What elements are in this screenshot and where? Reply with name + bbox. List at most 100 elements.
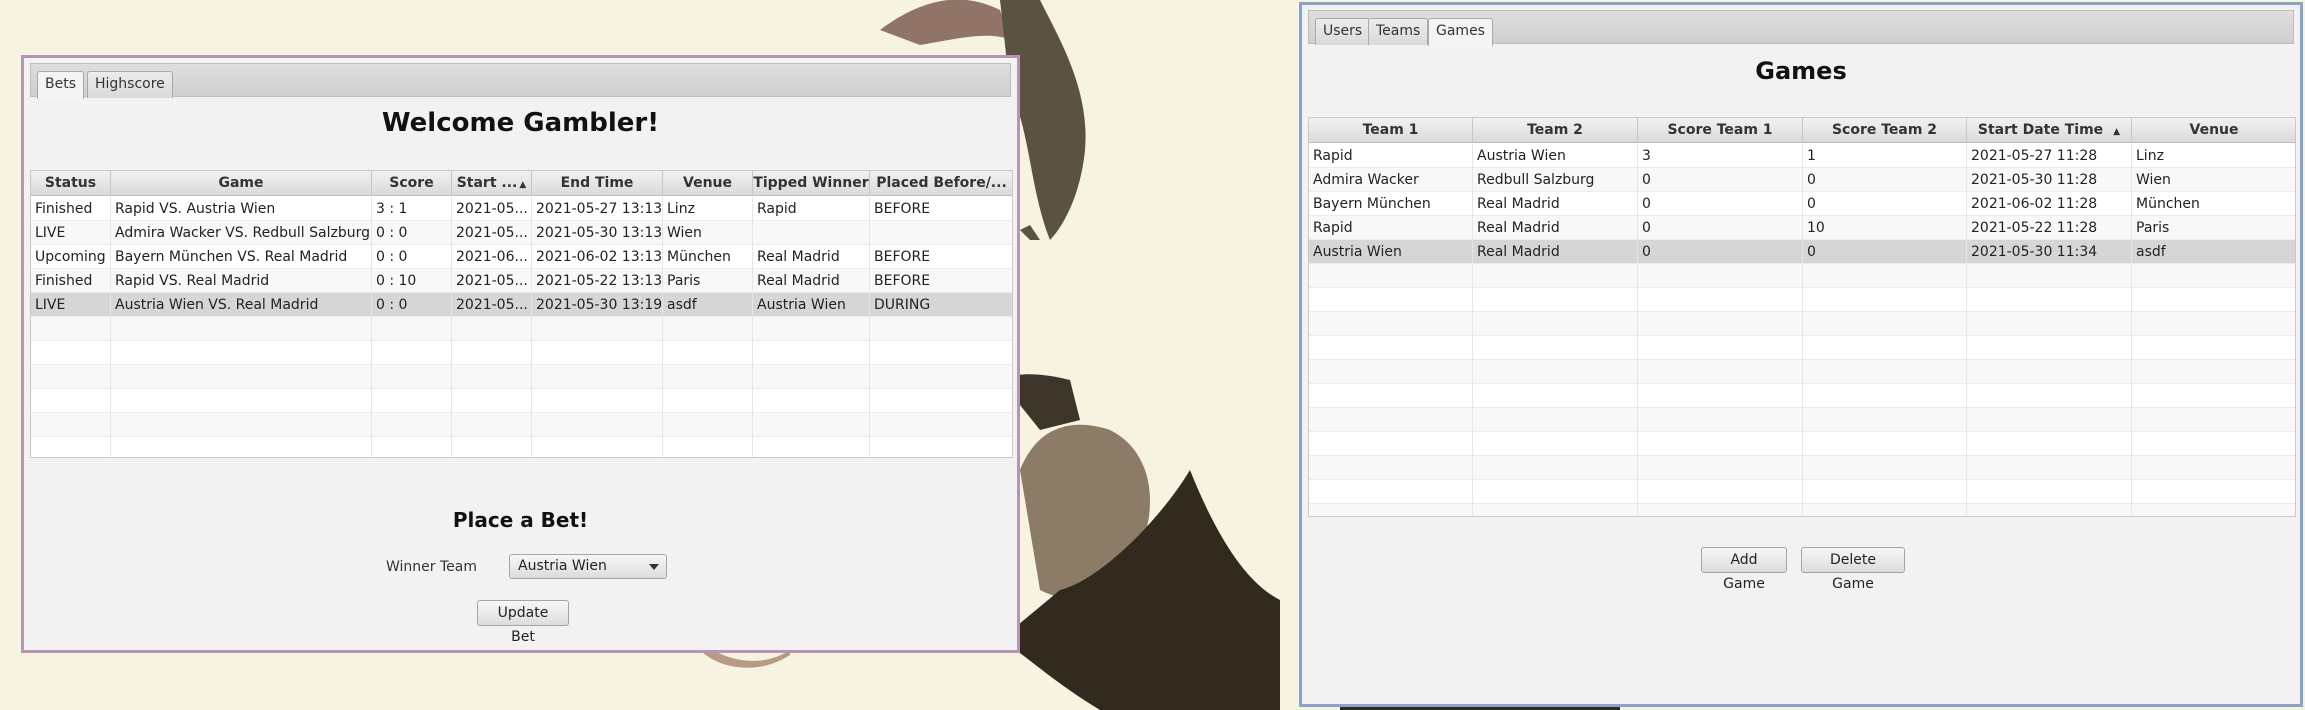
games-heading: Games — [1755, 57, 1847, 85]
table-cell: 10 — [1803, 216, 1967, 240]
table-cell: 0 — [1638, 168, 1803, 192]
table-cell — [31, 413, 111, 437]
table-row[interactable]: Bayern München Real Madrid 0 0 2021-06-02 11… — [1309, 192, 2295, 216]
table-cell — [663, 341, 753, 365]
table-row[interactable]: Upcoming Bayern München VS. Real Madrid 0 … — [31, 245, 1012, 269]
table-row[interactable]: LIVE Admira Wacker VS. Redbull Salzburg 0 … — [31, 221, 1012, 245]
table-cell: 2021-05-30 11:28 — [1967, 168, 2132, 192]
table-cell: DURING — [870, 293, 1012, 317]
table-cell — [452, 389, 532, 413]
table-cell — [1309, 456, 1473, 480]
table-row[interactable]: Finished Rapid VS. Real Madrid 0 : 10 2021-… — [31, 269, 1012, 293]
table-cell — [1309, 432, 1473, 456]
table-cell — [663, 389, 753, 413]
table-cell: 2021-06-02 11:28 — [1967, 192, 2132, 216]
add-game-button[interactable]: Add Game — [1701, 547, 1787, 592]
table-cell — [532, 389, 663, 413]
table-row[interactable]: Rapid Austria Wien 3 1 2021-05-27 11:28 Linz — [1309, 144, 2295, 168]
table-cell — [31, 365, 111, 389]
table-cell: Bayern München VS. Real Madrid — [111, 245, 372, 269]
table-cell — [2132, 480, 2295, 504]
table-cell: Paris — [663, 269, 753, 293]
col-game[interactable]: Game — [111, 171, 372, 196]
table-cell — [1473, 384, 1638, 408]
table-cell: 2021-05-30 13:19 — [532, 293, 663, 317]
table-cell — [1803, 480, 1967, 504]
table-cell: 0 : 10 — [372, 269, 452, 293]
table-cell: Bayern München — [1309, 192, 1473, 216]
col-team-1[interactable]: Team 1 — [1309, 118, 1473, 143]
winner-team-select[interactable]: Austria Wien — [509, 554, 667, 579]
table-cell — [663, 413, 753, 437]
col-venue[interactable]: Venue — [2132, 118, 2295, 143]
table-cell: Upcoming — [31, 245, 111, 269]
table-cell — [111, 437, 372, 457]
tab-games[interactable]: Games — [1428, 18, 1493, 46]
tab-bets[interactable]: Bets — [37, 71, 85, 99]
empty-table-row — [1309, 432, 2295, 456]
table-cell — [1309, 336, 1473, 360]
table-cell — [753, 221, 870, 245]
table-cell — [2132, 336, 2295, 360]
col-tipped-winner[interactable]: Tipped Winner — [753, 171, 870, 196]
bets-table[interactable]: Status Game Score Start ... ▲ End Time Ve… — [30, 170, 1013, 458]
table-row[interactable]: Admira Wacker Redbull Salzburg 0 0 2021-05-3… — [1309, 168, 2295, 192]
table-cell: BEFORE — [870, 269, 1012, 293]
col-start-time[interactable]: Start ... ▲ — [452, 171, 532, 196]
table-cell: 0 — [1638, 192, 1803, 216]
col-score-team-2[interactable]: Score Team 2 — [1803, 118, 1967, 143]
table-cell — [1967, 288, 2132, 312]
col-score-team-1[interactable]: Score Team 1 — [1638, 118, 1803, 143]
table-cell — [452, 317, 532, 341]
table-cell: 2021-05-30 11:34 — [1967, 240, 2132, 264]
table-cell — [111, 317, 372, 341]
col-status[interactable]: Status — [31, 171, 111, 196]
games-table[interactable]: Team 1 Team 2 Score Team 1 Score Team 2 … — [1308, 117, 2296, 517]
col-team-2[interactable]: Team 2 — [1473, 118, 1638, 143]
table-cell — [1967, 336, 2132, 360]
update-bet-button[interactable]: Update Bet — [477, 600, 569, 645]
table-cell — [2132, 312, 2295, 336]
table-cell — [372, 437, 452, 457]
col-start-date-time[interactable]: Start Date Time ▲ — [1967, 118, 2132, 143]
table-cell — [2132, 360, 2295, 384]
table-cell: Admira Wacker VS. Redbull Salzburg — [111, 221, 372, 245]
table-cell — [870, 317, 1012, 341]
table-cell — [31, 389, 111, 413]
table-row[interactable]: LIVE Austria Wien VS. Real Madrid 0 : 0 202… — [31, 293, 1012, 317]
table-cell — [532, 437, 663, 457]
tab-users[interactable]: Users — [1315, 18, 1371, 45]
col-venue[interactable]: Venue — [663, 171, 753, 196]
empty-table-row — [1309, 384, 2295, 408]
tab-highscore[interactable]: Highscore — [87, 71, 173, 98]
table-cell — [1309, 360, 1473, 384]
table-cell — [870, 365, 1012, 389]
table-cell: Austria Wien VS. Real Madrid — [111, 293, 372, 317]
table-row[interactable]: Rapid Real Madrid 0 10 2021-05-22 11:28 Paris — [1309, 216, 2295, 240]
col-end-time[interactable]: End Time — [532, 171, 663, 196]
delete-game-button[interactable]: Delete Game — [1801, 547, 1905, 592]
table-row[interactable]: Austria Wien Real Madrid 0 0 2021-05-30 11:3… — [1309, 240, 2295, 264]
table-row[interactable]: Finished Rapid VS. Austria Wien 3 : 1 2021-… — [31, 197, 1012, 221]
table-cell: München — [2132, 192, 2295, 216]
table-cell — [1638, 456, 1803, 480]
table-cell — [1473, 312, 1638, 336]
table-cell — [1803, 408, 1967, 432]
tab-teams[interactable]: Teams — [1368, 18, 1429, 45]
table-cell — [1638, 336, 1803, 360]
table-cell: Wien — [2132, 168, 2295, 192]
winner-team-value: Austria Wien — [518, 558, 607, 574]
table-cell: asdf — [663, 293, 753, 317]
table-cell — [2132, 408, 2295, 432]
table-cell — [1638, 480, 1803, 504]
col-placed-before[interactable]: Placed Before/... — [870, 171, 1012, 196]
table-cell — [2132, 432, 2295, 456]
table-cell: BEFORE — [870, 245, 1012, 269]
table-cell — [1309, 384, 1473, 408]
table-cell: LIVE — [31, 221, 111, 245]
table-cell — [2132, 288, 2295, 312]
table-cell — [1473, 432, 1638, 456]
col-score[interactable]: Score — [372, 171, 452, 196]
table-cell — [372, 389, 452, 413]
table-cell: Austria Wien — [753, 293, 870, 317]
